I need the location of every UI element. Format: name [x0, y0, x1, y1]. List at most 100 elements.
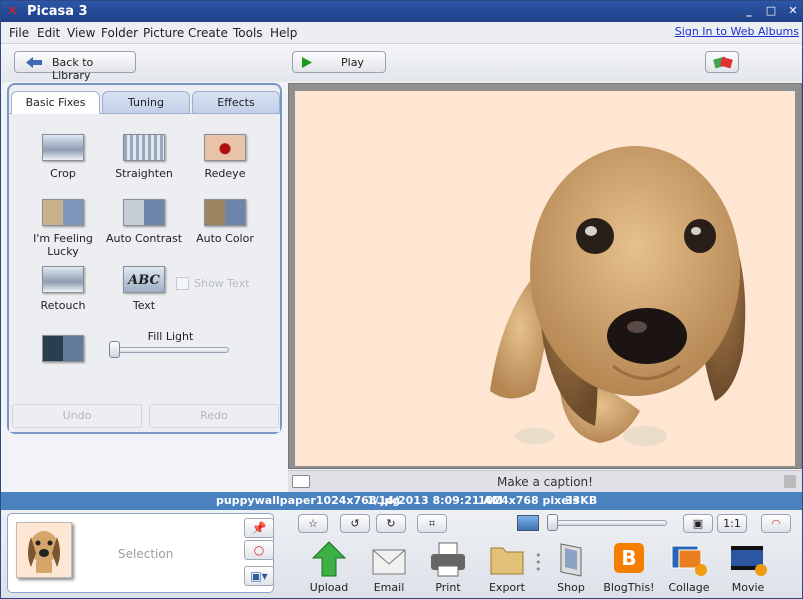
back-to-library-label: Back to Library	[52, 56, 94, 82]
clear-selection-button[interactable]: ○	[244, 540, 274, 560]
tag-button[interactable]: ⌗	[417, 514, 447, 533]
album-dropdown-icon: ▣▾	[250, 569, 268, 583]
auto-contrast-tool[interactable]: Auto Contrast	[98, 199, 190, 245]
back-to-library-button[interactable]: Back to Library	[14, 51, 136, 82]
actual-size-button[interactable]: 1:1	[717, 514, 747, 533]
rotate-left-icon: ↺	[350, 517, 360, 530]
star-icon: ☆	[308, 517, 318, 530]
shop-button[interactable]: Shop	[541, 540, 601, 594]
folder-icon	[487, 540, 527, 578]
menu-edit[interactable]: Edit	[37, 26, 60, 40]
tab-effects[interactable]: Effects	[192, 91, 280, 113]
feeling-lucky-label: I'm Feeling Lucky	[33, 232, 93, 258]
tab-basic-fixes[interactable]: Basic Fixes	[11, 91, 100, 114]
minimize-button[interactable]: _	[743, 5, 755, 17]
hold-pin-button[interactable]: 📌	[244, 518, 274, 538]
sign-in-link[interactable]: Sign In to Web Albums	[675, 25, 799, 38]
menu-folder[interactable]: Folder	[101, 26, 138, 40]
selection-thumbnail[interactable]	[16, 522, 72, 578]
crop-icon	[42, 134, 84, 161]
caption-note-icon[interactable]	[292, 475, 310, 488]
picasa-logo-icon: ✕	[7, 4, 18, 19]
undo-button[interactable]: Undo	[12, 404, 142, 428]
menu-picture[interactable]: Picture	[143, 26, 184, 40]
window-title: Picasa 3	[27, 4, 88, 19]
maximize-button[interactable]: □	[765, 5, 777, 17]
tag-icon: ⌗	[428, 517, 436, 530]
crop-tool[interactable]: Crop	[17, 134, 109, 180]
rotate-right-button[interactable]: ↻	[376, 514, 406, 533]
retouch-label: Retouch	[40, 299, 86, 312]
play-button[interactable]: Play	[292, 51, 386, 73]
export-label: Export	[488, 581, 525, 594]
collage-icon	[669, 540, 709, 578]
actual-size-label: 1:1	[723, 517, 741, 530]
star-button[interactable]: ☆	[298, 514, 328, 533]
photo-tray: Selection 📌 ○ ▣▾	[7, 513, 274, 593]
color-effects-button[interactable]: ◠	[761, 514, 791, 533]
feeling-lucky-tool[interactable]: I'm Feeling Lucky	[17, 199, 109, 258]
feeling-lucky-icon	[42, 199, 84, 226]
show-text-label: Show Text	[194, 277, 250, 290]
crop-label: Crop	[50, 167, 76, 180]
fill-light-slider[interactable]	[109, 347, 229, 353]
fill-light-label: Fill Light	[147, 330, 194, 343]
auto-color-tool[interactable]: Auto Color	[179, 199, 271, 245]
zoom-picture-icon	[517, 515, 539, 531]
fit-to-window-button[interactable]: ▣	[683, 514, 713, 533]
upload-button[interactable]: Upload	[299, 540, 359, 594]
upload-icon	[309, 540, 349, 578]
menu-file[interactable]: File	[9, 26, 29, 40]
photo-area[interactable]	[295, 91, 795, 466]
close-button[interactable]: ✕	[787, 5, 799, 17]
blogthis-label: BlogThis!	[603, 581, 655, 594]
menu-tools[interactable]: Tools	[233, 26, 263, 40]
collage-button[interactable]: Collage	[659, 540, 719, 594]
menu-view[interactable]: View	[67, 26, 95, 40]
selection-label: Selection	[118, 547, 174, 561]
shop-label: Shop	[557, 581, 585, 594]
add-to-album-button[interactable]: ▣▾	[244, 566, 274, 586]
status-bar: puppywallpaper1024x768.jpg 1/14/2013 8:0…	[1, 492, 802, 510]
caption-input[interactable]: Make a caption!	[497, 475, 593, 489]
export-button[interactable]: Export	[477, 540, 537, 594]
clear-circle-icon: ○	[253, 543, 265, 557]
movie-button[interactable]: Movie	[718, 540, 778, 594]
bottom-panel: Selection 📌 ○ ▣▾ ☆ ↺ ↻ ⌗ ▣ 1:1 ◠ Upload …	[1, 510, 802, 598]
print-button[interactable]: Print	[418, 540, 478, 594]
redeye-label: Redeye	[204, 167, 246, 180]
fit-window-icon: ▣	[692, 517, 704, 530]
picasa-window: ✕ Picasa 3 _ □ ✕ File Edit View Folder P…	[0, 0, 803, 599]
menu-create[interactable]: Create	[188, 26, 228, 40]
tab-tuning[interactable]: Tuning	[102, 91, 190, 113]
retouch-tool[interactable]: Retouch	[17, 266, 109, 312]
redeye-tool[interactable]: Redeye	[179, 134, 271, 180]
svg-text:B: B	[621, 546, 636, 570]
trash-icon[interactable]	[784, 475, 796, 488]
text-tool-icon: ABC	[123, 266, 165, 293]
straighten-tool[interactable]: Straighten	[98, 134, 190, 180]
auto-contrast-label: Auto Contrast	[105, 232, 183, 245]
share-button[interactable]	[705, 51, 739, 73]
pin-icon: 📌	[251, 521, 267, 535]
zoom-slider-knob[interactable]	[547, 514, 558, 531]
show-text-checkbox[interactable]	[176, 277, 189, 290]
shop-icon	[551, 540, 591, 578]
blogthis-button[interactable]: B BlogThis!	[599, 540, 659, 594]
rotate-left-button[interactable]: ↺	[340, 514, 370, 533]
menu-help[interactable]: Help	[270, 26, 297, 40]
printer-icon	[428, 540, 468, 578]
zoom-slider[interactable]	[547, 520, 667, 526]
redeye-icon	[204, 134, 246, 161]
auto-contrast-icon	[123, 199, 165, 226]
fill-light-slider-knob[interactable]	[109, 341, 120, 358]
retouch-icon	[42, 266, 84, 293]
straighten-label: Straighten	[115, 167, 173, 180]
back-arrow-icon	[26, 57, 42, 68]
play-icon	[302, 57, 312, 68]
auto-color-label: Auto Color	[196, 232, 254, 245]
redo-button[interactable]: Redo	[149, 404, 279, 428]
email-button[interactable]: Email	[359, 540, 419, 594]
puppy-selection-icon	[28, 531, 60, 573]
text-label: Text	[132, 299, 156, 312]
